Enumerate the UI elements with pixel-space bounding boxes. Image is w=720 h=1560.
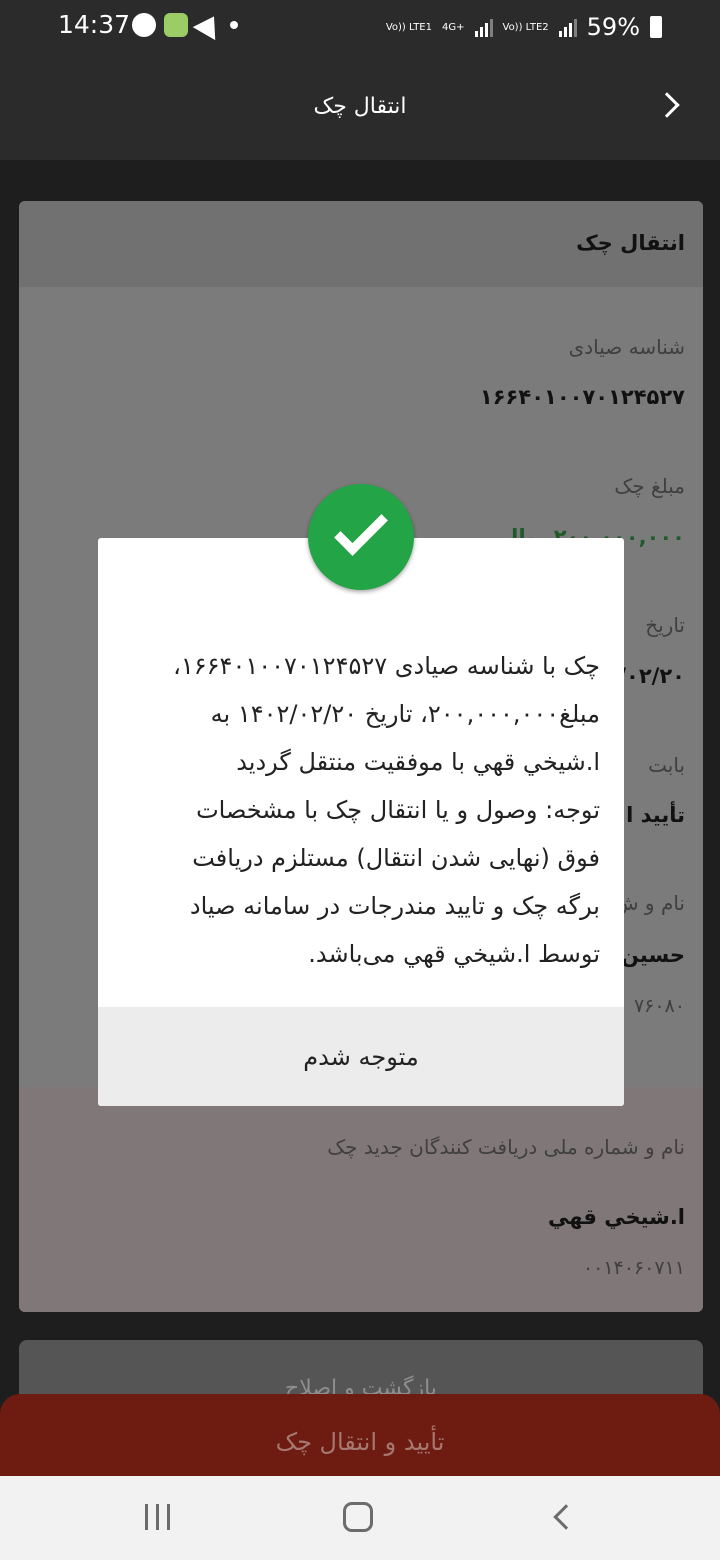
receiver-id: ۰۰۱۴۰۶۰۷۱۱: [582, 1257, 685, 1279]
success-dialog: چک با شناسه صیادی ۱۶۶۴۰۱۰۰۷۰۱۲۴۵۲۷، مبلغ…: [98, 538, 624, 1106]
network-type: 4G+: [442, 21, 465, 33]
issuer-name: حسین: [621, 943, 685, 967]
telegram-icon: [192, 9, 226, 41]
status-right: Vo)) LTE1 4G+ Vo)) LTE2 59%: [386, 13, 662, 41]
more-notifications-dot-icon: [230, 21, 238, 29]
card-title: انتقال چک: [19, 201, 703, 287]
dialog-message: چک با شناسه صیادی ۱۶۶۴۰۱۰۰۷۰۱۲۴۵۲۷، مبلغ…: [173, 652, 600, 968]
back-icon[interactable]: [553, 1504, 579, 1530]
app-header: انتقال چک: [0, 58, 720, 160]
success-check-icon: [308, 484, 414, 590]
ok-button[interactable]: متوجه شدم: [98, 1043, 624, 1071]
receiver-name: ا.شيخي قهي: [548, 1205, 685, 1229]
shield-icon: [132, 13, 156, 37]
receivers-section: نام و شماره ملی دریافت کنندگان جدید چک ا…: [19, 1087, 703, 1312]
system-nav-bar: [0, 1476, 720, 1560]
amount-label: مبلغ چک: [614, 474, 685, 498]
issuer-id: ۷۶۰۸۰: [633, 995, 685, 1017]
battery-percent: 59%: [586, 13, 640, 41]
reason-value: تأیید ا: [626, 803, 685, 827]
confirm-transfer-button[interactable]: تأیید و انتقال چک: [0, 1394, 720, 1476]
sayad-id-label: شناسه صیادی: [568, 335, 685, 359]
sayad-id-value: ۱۶۶۴۰۱۰۰۷۰۱۲۴۵۲۷: [479, 385, 685, 409]
sim2-label: Vo)) LTE2: [502, 21, 549, 33]
page-title: انتقال چک: [313, 94, 407, 119]
dialog-footer[interactable]: متوجه شدم: [98, 1007, 624, 1106]
signal-sim2-icon: [558, 17, 577, 37]
reason-label: بابت: [648, 753, 685, 777]
date-label: تاریخ: [645, 613, 685, 637]
checkmark-icon: [334, 502, 388, 556]
app-notification-icon: [164, 13, 188, 37]
status-time: 14:37: [58, 10, 131, 39]
recents-icon[interactable]: [145, 1504, 170, 1530]
home-icon[interactable]: [343, 1502, 373, 1532]
signal-sim1-icon: [474, 17, 493, 37]
issuer-label: نام و ش: [614, 891, 685, 915]
receivers-label: نام و شماره ملی دریافت کنندگان جدید چک: [327, 1135, 685, 1159]
battery-icon: [650, 16, 662, 38]
notification-icons: [132, 9, 238, 41]
status-bar: 14:37 Vo)) LTE1 4G+ Vo)) LTE2 59%: [0, 0, 720, 58]
sim1-label: Vo)) LTE1: [385, 21, 432, 33]
